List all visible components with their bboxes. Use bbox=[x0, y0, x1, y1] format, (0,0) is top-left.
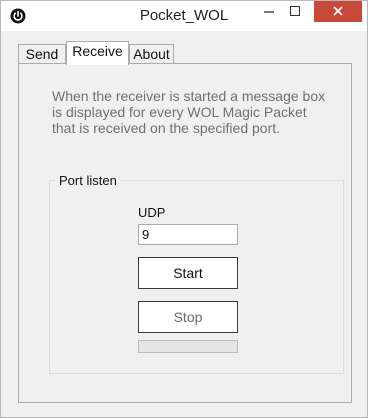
close-button[interactable] bbox=[314, 1, 362, 22]
protocol-label: UDP bbox=[138, 205, 166, 220]
receive-panel: When the receiver is started a message b… bbox=[18, 63, 352, 403]
minimize-button[interactable] bbox=[255, 1, 282, 22]
maximize-icon bbox=[289, 3, 301, 21]
tab-about[interactable]: About bbox=[129, 44, 174, 64]
maximize-button[interactable] bbox=[282, 1, 308, 22]
listen-progress-bar bbox=[138, 340, 238, 353]
stop-button[interactable]: Stop bbox=[138, 301, 238, 333]
tab-send[interactable]: Send bbox=[18, 44, 66, 64]
receiver-description: When the receiver is started a message b… bbox=[52, 88, 326, 136]
port-listen-group: Port listen UDP Start Stop bbox=[49, 173, 344, 374]
close-icon bbox=[333, 3, 343, 21]
port-input[interactable] bbox=[138, 224, 238, 245]
tab-receive[interactable]: Receive bbox=[66, 41, 129, 65]
title-bar[interactable]: Pocket_WOL bbox=[1, 1, 367, 31]
minimize-icon bbox=[263, 3, 274, 21]
window-title: Pocket_WOL bbox=[139, 7, 229, 24]
group-label: Port listen bbox=[56, 173, 120, 188]
main-window: Pocket_WOL Send Receive About When the r… bbox=[0, 0, 368, 418]
start-button[interactable]: Start bbox=[138, 257, 238, 289]
